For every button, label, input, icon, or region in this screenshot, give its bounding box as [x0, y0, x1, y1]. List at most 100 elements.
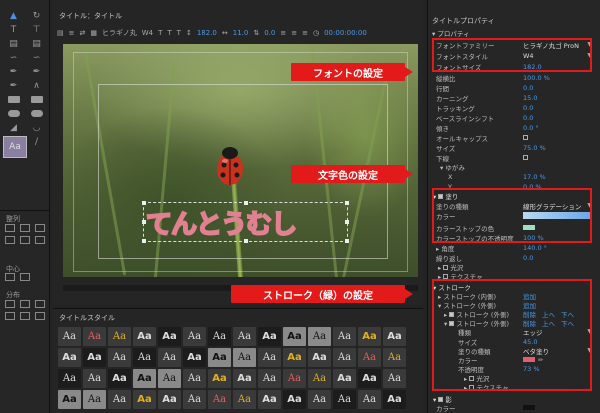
delete-anchor-tool-icon[interactable]: ✒	[26, 66, 47, 77]
style-swatch[interactable]: Aa	[133, 327, 156, 346]
tab-stops-icon[interactable]: ⇄	[80, 29, 86, 37]
kerning-icon[interactable]: ↔	[222, 29, 228, 37]
angle-field[interactable]: 140.0 °	[523, 244, 547, 252]
style-swatch[interactable]: Aa	[358, 369, 381, 388]
italic-icon[interactable]: T	[167, 29, 171, 37]
tracking-field[interactable]: 0.0	[523, 104, 533, 112]
size-icon[interactable]: ↕	[186, 29, 192, 37]
style-swatch[interactable]: Aa	[108, 327, 131, 346]
font-style-select[interactable]: W4	[142, 29, 153, 37]
style-swatch[interactable]: Aa	[183, 348, 206, 367]
style-swatch[interactable]: Aa	[358, 348, 381, 367]
resize-handle[interactable]	[345, 239, 349, 243]
wedge-tool-icon[interactable]: ◢	[3, 122, 24, 133]
align-right-text-icon[interactable]: ≡	[302, 29, 308, 37]
style-swatch[interactable]: Aa	[58, 327, 81, 346]
properties-section-header[interactable]: ▾ プロパティ	[432, 28, 469, 38]
style-swatch[interactable]: Aa	[308, 327, 331, 346]
style-swatch[interactable]: Aa	[58, 390, 81, 409]
type-tool-icon[interactable]: T	[3, 24, 24, 35]
align-bottom-icon[interactable]	[35, 236, 45, 244]
distribute-1-icon[interactable]	[5, 300, 15, 308]
style-swatch[interactable]: Aa	[258, 390, 281, 409]
line-tool-icon[interactable]: ∕	[26, 136, 47, 147]
style-swatch[interactable]: Aa	[283, 390, 306, 409]
convert-anchor-tool-icon[interactable]: ∧	[26, 80, 47, 91]
selection-tool-icon[interactable]: ▲	[3, 10, 24, 21]
font-size-value[interactable]: 182.0	[197, 29, 217, 37]
timecode[interactable]: 00:00:00:00	[324, 29, 367, 37]
baseline-field[interactable]: 0.0	[523, 114, 533, 122]
clipped-rectangle-tool-icon[interactable]	[26, 94, 47, 105]
style-swatch[interactable]: Aa	[133, 369, 156, 388]
style-swatch[interactable]: Aa	[333, 369, 356, 388]
rounded-rectangle-tool-icon[interactable]	[3, 108, 24, 119]
style-swatch[interactable]: Aa	[208, 390, 231, 409]
style-swatch[interactable]: Aa	[208, 348, 231, 367]
style-swatch[interactable]: Aa	[283, 348, 306, 367]
style-swatch[interactable]: Aa	[233, 390, 256, 409]
style-swatch[interactable]: Aa	[158, 390, 181, 409]
kerning-field[interactable]: 15.0	[523, 94, 537, 102]
resize-handle[interactable]	[345, 201, 349, 205]
vertical-area-type-tool-icon[interactable]: ▤	[26, 38, 47, 49]
rectangle-tool-icon[interactable]	[3, 94, 24, 105]
distribute-3-icon[interactable]	[35, 300, 45, 308]
rounded-rect2-tool-icon[interactable]	[26, 108, 47, 119]
center-h-icon[interactable]	[5, 273, 15, 281]
style-swatch[interactable]: Aa	[183, 390, 206, 409]
style-swatch[interactable]: Aa	[183, 369, 206, 388]
shadow-checkbox[interactable]	[438, 396, 444, 402]
distribute-5-icon[interactable]	[20, 312, 30, 320]
rotate-tool-icon[interactable]: ↻	[26, 10, 47, 21]
style-swatch[interactable]: Aa	[58, 348, 81, 367]
distort-x-field[interactable]: 17.0 %	[523, 173, 546, 181]
shadow-color-chip[interactable]	[523, 405, 535, 410]
style-swatch[interactable]: Aa	[333, 348, 356, 367]
style-swatch[interactable]: Aa	[308, 348, 331, 367]
pen-tool-icon[interactable]: ✒	[3, 66, 24, 77]
style-swatch[interactable]: Aa	[258, 369, 281, 388]
style-swatch[interactable]: Aa	[283, 369, 306, 388]
distort-row[interactable]: ▾ ゆがみ	[428, 162, 598, 172]
style-swatch[interactable]: Aa	[83, 390, 106, 409]
style-swatch[interactable]: Aa	[158, 369, 181, 388]
align-top-icon[interactable]	[5, 236, 15, 244]
title-text-object[interactable]: てんとうむし	[145, 204, 298, 241]
align-left-icon[interactable]	[5, 224, 15, 232]
style-swatch[interactable]: Aa	[383, 390, 406, 409]
style-swatch[interactable]: Aa	[283, 327, 306, 346]
style-swatch[interactable]: Aa	[233, 369, 256, 388]
style-swatch[interactable]: Aa	[83, 369, 106, 388]
distribute-6-icon[interactable]	[35, 312, 45, 320]
style-swatch[interactable]: Aa	[208, 327, 231, 346]
style-swatch[interactable]: Aa	[358, 390, 381, 409]
add-anchor-tool-icon[interactable]: ✒	[3, 80, 24, 91]
distribute-4-icon[interactable]	[5, 312, 15, 320]
roll-crawl-icon[interactable]: ≡	[69, 29, 75, 37]
align-center-h-icon[interactable]	[20, 224, 30, 232]
slant-field[interactable]: 0.0 °	[523, 124, 539, 132]
style-swatch[interactable]: Aa	[383, 348, 406, 367]
style-swatch[interactable]: Aa	[83, 327, 106, 346]
style-swatch[interactable]: Aa	[383, 369, 406, 388]
style-swatch[interactable]: Aa	[108, 369, 131, 388]
bold-icon[interactable]: T	[158, 29, 162, 37]
size-field[interactable]: 75.0 %	[523, 144, 546, 152]
underline-checkbox[interactable]	[523, 155, 528, 160]
style-swatch[interactable]: Aa	[108, 348, 131, 367]
arc-tool-icon[interactable]: ◡	[26, 122, 47, 133]
new-title-icon[interactable]: ▤	[57, 29, 64, 37]
leading-icon[interactable]: ⇅	[253, 29, 259, 37]
allcaps-checkbox[interactable]	[523, 135, 528, 140]
repeat-field[interactable]: 0.0	[523, 254, 533, 262]
texture-checkbox[interactable]	[443, 273, 449, 279]
style-swatch[interactable]: Aa	[233, 348, 256, 367]
underline-icon[interactable]: T	[177, 29, 181, 37]
style-swatch[interactable]: Aa	[258, 348, 281, 367]
style-swatch[interactable]: Aa	[208, 369, 231, 388]
style-swatch[interactable]: Aa	[333, 327, 356, 346]
align-left-text-icon[interactable]: ≡	[280, 29, 286, 37]
style-swatch[interactable]: Aa	[183, 327, 206, 346]
resize-handle[interactable]	[345, 220, 349, 224]
